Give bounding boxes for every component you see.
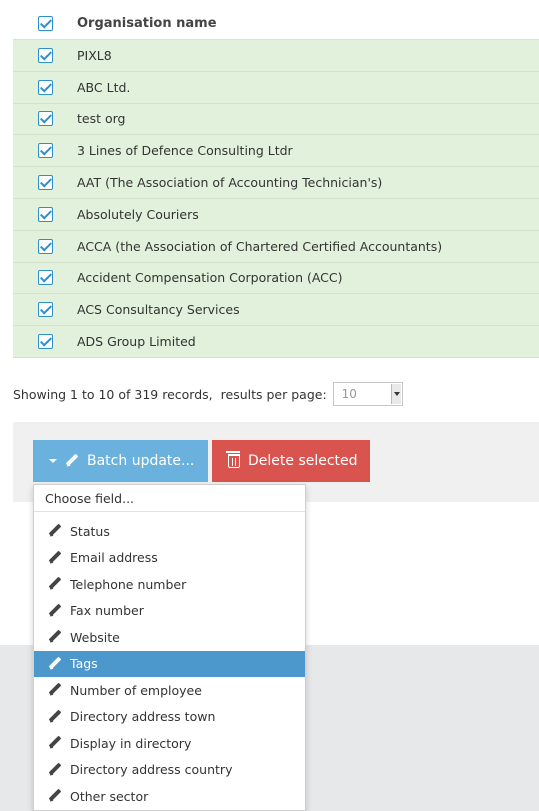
dropdown-item-label: Telephone number [70, 576, 187, 592]
pencil-icon [48, 763, 62, 777]
dropdown-item-number-of-employee[interactable]: Number of employee [34, 677, 305, 704]
trash-icon [226, 451, 240, 468]
table-row[interactable]: Accident Compensation Corporation (ACC) [13, 262, 539, 295]
dropdown-item-display-in-directory[interactable]: Display in directory [34, 730, 305, 757]
dropdown-item-directory-address-town[interactable]: Directory address town [34, 704, 305, 731]
column-header-organisation-name[interactable]: Organisation name [77, 16, 217, 31]
dropdown-item-telephone-number[interactable]: Telephone number [34, 571, 305, 598]
dropdown-item-label: Directory address town [70, 709, 216, 725]
batch-update-dropdown: Choose field... Status Email address Telep… [33, 484, 306, 811]
select-arrow-icon [390, 384, 401, 404]
row-checkbox[interactable] [37, 175, 53, 191]
dropdown-item-email-address[interactable]: Email address [34, 545, 305, 572]
dropdown-item-status[interactable]: Status [34, 518, 305, 545]
organisation-name: Accident Compensation Corporation (ACC) [77, 270, 343, 286]
organisation-name: ACCA (the Association of Chartered Certi… [77, 238, 443, 254]
table-row[interactable]: test org [13, 103, 539, 136]
dropdown-item-label: Website [70, 629, 120, 645]
row-checkbox-cell [13, 334, 77, 350]
table-body: PIXL8 ABC Ltd. test org 3 Lines of Defence … [13, 40, 539, 358]
table-row[interactable]: ABC Ltd. [13, 71, 539, 104]
row-checkbox[interactable] [37, 79, 53, 95]
table-row[interactable]: PIXL8 [13, 40, 539, 72]
row-checkbox[interactable] [37, 111, 53, 127]
delete-selected-label: Delete selected [248, 453, 358, 469]
organisation-name: PIXL8 [77, 47, 112, 63]
organisation-name: AAT (The Association of Accounting Techn… [77, 175, 383, 191]
row-checkbox-cell [13, 111, 77, 127]
pagination-info: Showing 1 to 10 of 319 records, results … [13, 380, 403, 408]
organisation-name: ABC Ltd. [77, 79, 131, 95]
pencil-icon [48, 577, 62, 591]
dropdown-item-other-sector[interactable]: Other sector [34, 783, 305, 810]
dropdown-item-label: Email address [70, 550, 158, 566]
batch-update-label: Batch update... [87, 453, 195, 469]
dropdown-header: Choose field... [34, 485, 305, 512]
row-checkbox[interactable] [37, 238, 53, 254]
caret-down-icon [49, 459, 57, 463]
pencil-icon [48, 630, 62, 644]
table-row[interactable]: 3 Lines of Defence Consulting Ltdr [13, 135, 539, 168]
table-row[interactable]: Absolutely Couriers [13, 198, 539, 231]
pencil-icon [48, 551, 62, 565]
row-checkbox-cell [13, 79, 77, 95]
dropdown-item-label: Other sector [70, 788, 149, 804]
pencil-icon [48, 710, 62, 724]
pencil-icon [48, 524, 62, 538]
organisation-name: test org [77, 111, 126, 127]
pencil-icon [48, 789, 62, 803]
row-checkbox-cell [13, 270, 77, 286]
row-checkbox[interactable] [37, 302, 53, 318]
dropdown-item-tags[interactable]: Tags [34, 650, 305, 677]
row-checkbox-cell [13, 206, 77, 222]
row-checkbox-cell [13, 143, 77, 159]
table-row[interactable]: ADS Group Limited [13, 326, 539, 358]
dropdown-item-label: Display in directory [70, 735, 192, 751]
dropdown-item-label: Directory address country [70, 762, 233, 778]
select-all-cell [13, 16, 77, 31]
table-row[interactable]: ACCA (the Association of Chartered Certi… [13, 230, 539, 263]
organisation-name: 3 Lines of Defence Consulting Ltdr [77, 143, 293, 159]
delete-selected-button[interactable]: Delete selected [212, 440, 370, 482]
row-checkbox[interactable] [37, 47, 53, 63]
pencil-icon [48, 683, 62, 697]
pencil-icon [48, 657, 62, 671]
results-per-page-label: results per page: [220, 386, 327, 402]
row-checkbox[interactable] [37, 334, 53, 350]
pencil-icon [48, 604, 62, 618]
table-header: Organisation name [13, 8, 539, 40]
row-checkbox-cell [13, 47, 77, 63]
organisation-table: Organisation name PIXL8 ABC Ltd. test org 3… [13, 8, 539, 358]
results-per-page-value: 10 [341, 387, 357, 401]
table-row[interactable]: ACS Consultancy Services [13, 294, 539, 327]
dropdown-item-label: Tags [70, 656, 98, 672]
dropdown-item-label: Fax number [70, 603, 144, 619]
pencil-icon [48, 736, 62, 750]
row-checkbox-cell [13, 302, 77, 318]
pencil-icon [65, 454, 79, 468]
row-checkbox-cell [13, 238, 77, 254]
dropdown-item-label: Number of employee [70, 682, 202, 698]
row-checkbox[interactable] [37, 206, 53, 222]
row-checkbox-cell [13, 175, 77, 191]
organisation-name: Absolutely Couriers [77, 206, 199, 222]
row-checkbox[interactable] [37, 270, 53, 286]
dropdown-item-fax-number[interactable]: Fax number [34, 598, 305, 625]
records-count-text: Showing 1 to 10 of 319 records, [13, 386, 213, 402]
table-row[interactable]: AAT (The Association of Accounting Techn… [13, 167, 539, 199]
dropdown-list: Status Email address Telephone number Fax n… [34, 512, 305, 810]
organisation-name: ACS Consultancy Services [77, 302, 240, 318]
select-all-checkbox[interactable] [37, 16, 53, 31]
batch-update-button[interactable]: Batch update... [33, 440, 208, 482]
results-per-page-select[interactable]: 10 [332, 382, 403, 406]
row-checkbox[interactable] [37, 143, 53, 159]
dropdown-item-directory-address-country[interactable]: Directory address country [34, 757, 305, 784]
organisation-name: ADS Group Limited [77, 334, 196, 350]
dropdown-item-label: Status [70, 523, 110, 539]
dropdown-item-website[interactable]: Website [34, 624, 305, 651]
